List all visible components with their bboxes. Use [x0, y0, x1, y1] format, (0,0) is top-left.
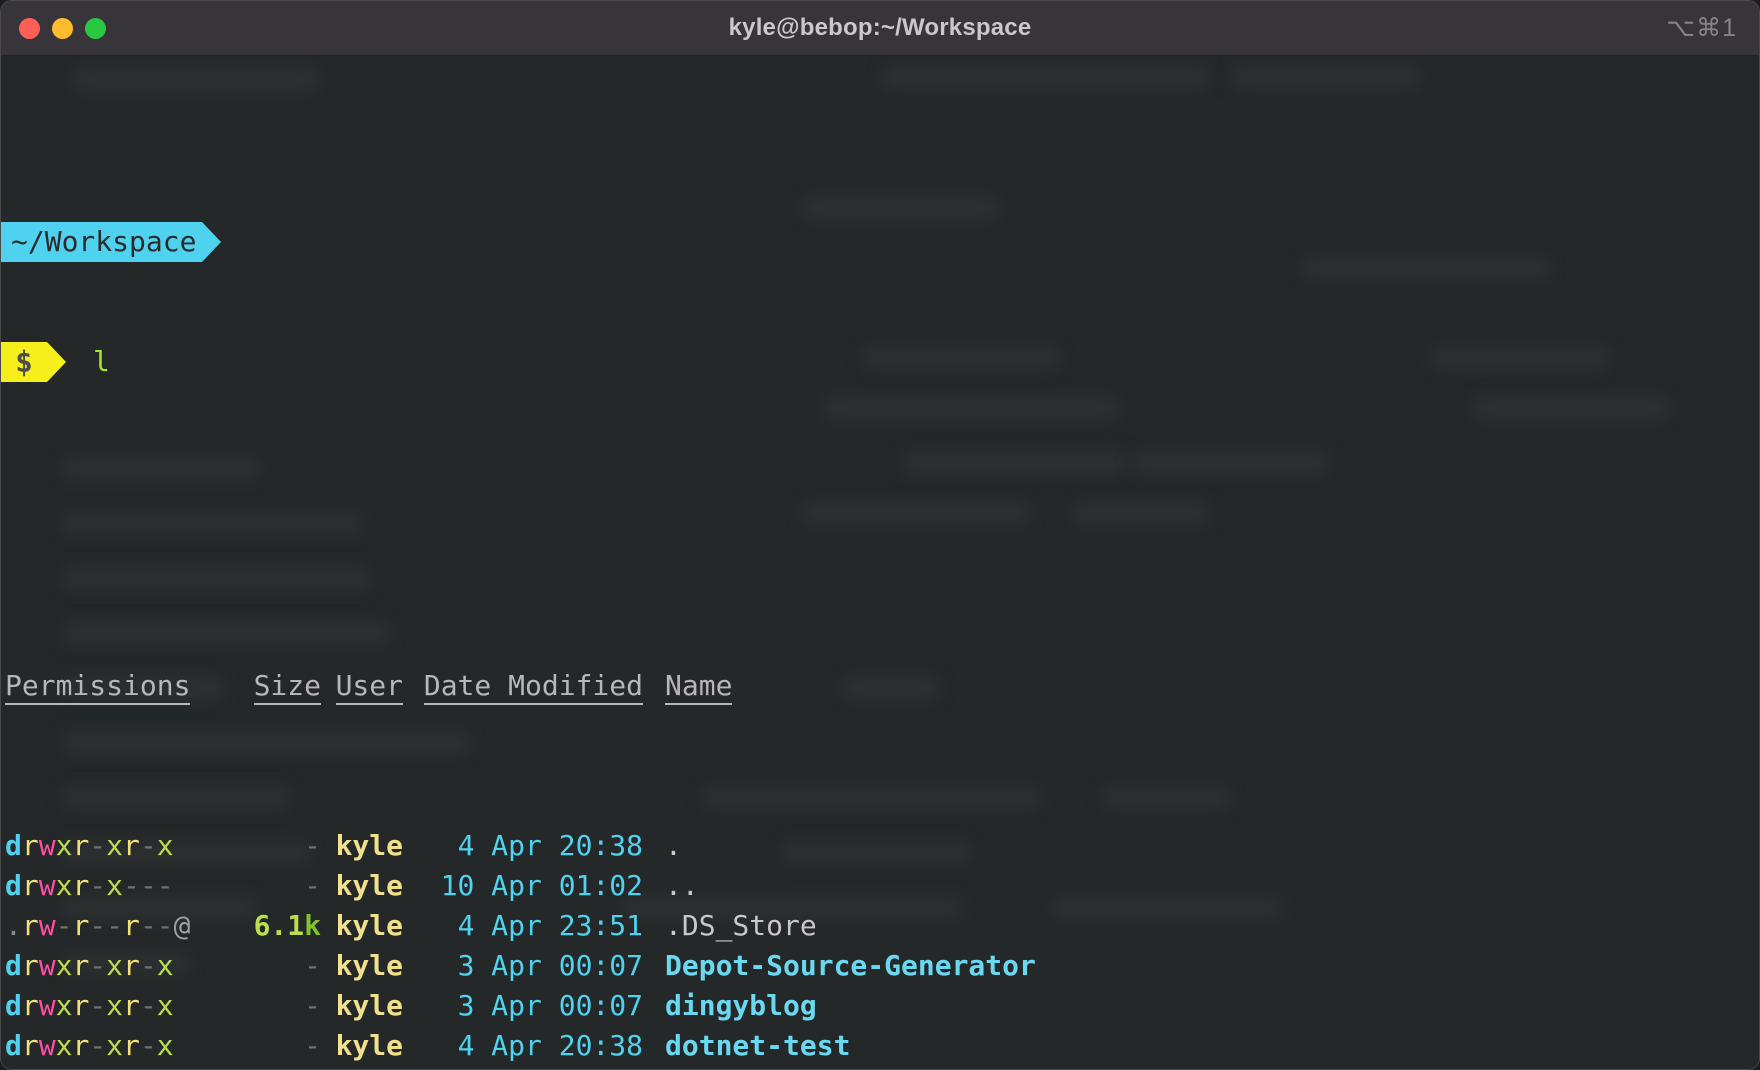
terminal-screen: ~/Workspace $ l Permissions Size User Da… [1, 62, 1759, 1069]
column-header-permissions: Permissions [5, 671, 191, 705]
cell-size: - [304, 989, 321, 1022]
cell-user: kyle [335, 989, 403, 1022]
cell-permissions: drwxr-xr-x [5, 1029, 174, 1062]
cell-date-modified: 3 Apr 00:07 [457, 949, 643, 982]
table-row[interactable]: .rw-r--r--@ 6.1k kyle 4 Apr 23:51 .DS_Store [1, 906, 1759, 946]
cell-size: - [304, 1029, 321, 1062]
cell-size: - [304, 949, 321, 982]
cell-permissions: drwxr-x--- [5, 869, 174, 902]
cell-name[interactable]: . [643, 826, 682, 866]
window-titlebar: kyle@bebop:~/Workspace ⌥⌘1 [1, 1, 1759, 56]
terminal-body[interactable]: ~/Workspace $ l Permissions Size User Da… [1, 56, 1759, 1069]
cell-name[interactable]: Depot-Source-Generator [643, 946, 1036, 986]
entered-command: l [93, 345, 110, 378]
cell-permissions: .rw-r--r--@ [5, 909, 191, 942]
table-row[interactable]: drwxr-xr-x - kyle 4 Apr 20:38. [1, 826, 1759, 866]
table-row[interactable]: drwxr-xr-x - kyle 4 Apr 20:38 dotnet-test [1, 1026, 1759, 1066]
terminal-window: kyle@bebop:~/Workspace ⌥⌘1 ~/Workspace $… [0, 0, 1760, 1070]
table-row[interactable]: drwxr-x--- - kyle 10 Apr 01:02.. [1, 866, 1759, 906]
traffic-light-controls [19, 17, 106, 39]
minimize-window-button[interactable] [52, 17, 73, 39]
cell-name[interactable]: .. [643, 866, 699, 906]
cell-date-modified: 4 Apr 23:51 [457, 909, 643, 942]
zoom-window-button[interactable] [85, 17, 106, 39]
prompt-line-command-1: $ l [1, 342, 1759, 382]
column-header-size: Size [253, 671, 321, 705]
cell-size: - [304, 829, 321, 862]
cell-name[interactable]: dingyblog [643, 986, 817, 1026]
cell-size: - [304, 869, 321, 902]
column-header-name: Name [665, 671, 733, 705]
column-header-date-modified: Date Modified [423, 671, 643, 705]
listing-header-row: Permissions Size User Date Modified Name [1, 666, 1759, 706]
file-listing-table: Permissions Size User Date Modified Name… [1, 546, 1759, 1069]
cell-permissions: drwxr-xr-x [5, 829, 174, 862]
cell-user: kyle [335, 909, 403, 942]
window-shortcut-hint: ⌥⌘1 [1666, 14, 1737, 42]
close-window-button[interactable] [19, 17, 40, 39]
cell-size: 6.1k [253, 909, 321, 942]
cell-name[interactable]: dotnet-test [643, 1026, 850, 1066]
cell-date-modified: 3 Apr 00:07 [457, 989, 643, 1022]
column-header-user: User [335, 671, 403, 705]
prompt-symbol-segment: $ [1, 342, 47, 382]
listing-rows: drwxr-xr-x - kyle 4 Apr 20:38. drwxr-x--- - ky… [1, 826, 1759, 1066]
powerline-arrow-icon [47, 342, 66, 382]
powerline-arrow-icon [202, 222, 222, 262]
table-row[interactable]: drwxr-xr-x - kyle 3 Apr 00:07 dingyblog [1, 986, 1759, 1026]
prompt-line-path-1: ~/Workspace [1, 222, 1759, 262]
cell-permissions: drwxr-xr-x [5, 949, 174, 982]
table-row[interactable]: drwxr-xr-x - kyle 3 Apr 00:07 Depot-Source-G… [1, 946, 1759, 986]
cell-date-modified: 4 Apr 20:38 [457, 1029, 643, 1062]
cell-user: kyle [335, 949, 403, 982]
cell-date-modified: 4 Apr 20:38 [457, 829, 643, 862]
cell-date-modified: 10 Apr 01:02 [440, 869, 643, 902]
cell-name[interactable]: .DS_Store [643, 906, 817, 946]
cell-user: kyle [335, 869, 403, 902]
cell-user: kyle [335, 1029, 403, 1062]
prompt-path-segment: ~/Workspace [1, 222, 203, 262]
window-title: kyle@bebop:~/Workspace [728, 14, 1032, 41]
cell-user: kyle [335, 829, 403, 862]
cell-permissions: drwxr-xr-x [5, 989, 174, 1022]
